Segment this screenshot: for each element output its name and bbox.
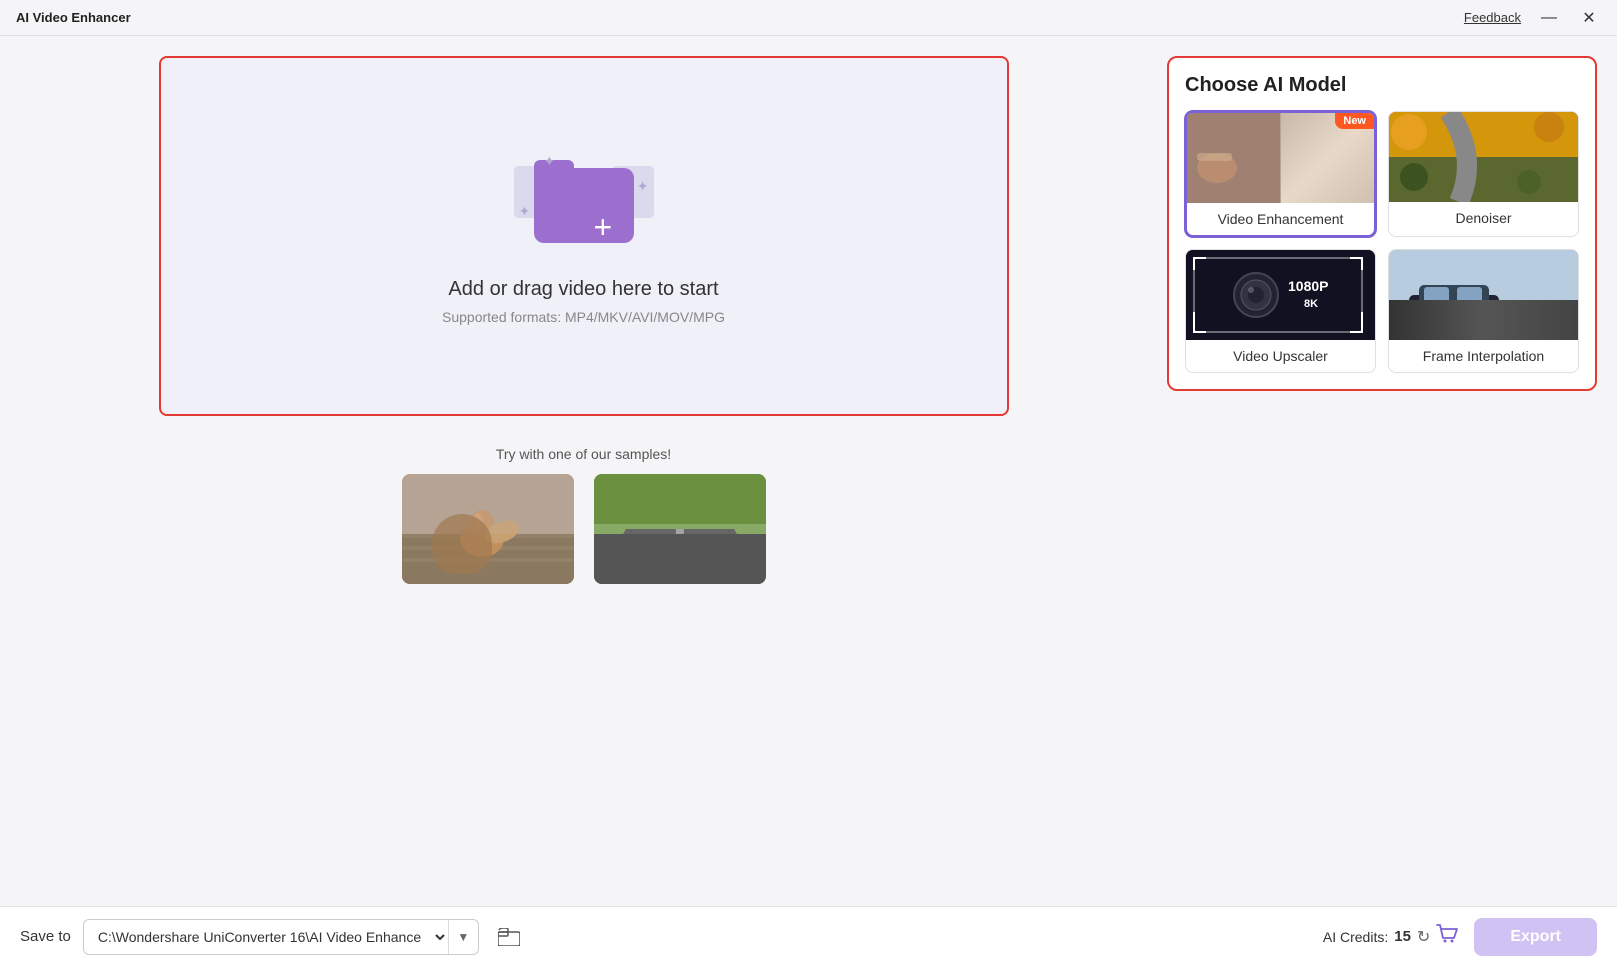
title-bar-right: Feedback — ✕ (1464, 6, 1601, 30)
path-select[interactable]: C:\Wondershare UniConverter 16\AI Video … (84, 928, 448, 946)
model-thumb-interpolation (1389, 250, 1578, 340)
close-button[interactable]: ✕ (1577, 6, 1601, 30)
save-to-label: Save to (20, 928, 71, 945)
credits-section: AI Credits: 15 ↻ (1323, 924, 1458, 950)
title-bar: AI Video Enhancer Feedback — ✕ (0, 0, 1617, 36)
refresh-button[interactable]: ↻ (1417, 927, 1430, 947)
path-select-wrapper[interactable]: C:\Wondershare UniConverter 16\AI Video … (83, 919, 479, 955)
samples-title: Try with one of our samples! (496, 446, 671, 462)
bottom-bar: Save to C:\Wondershare UniConverter 16\A… (0, 906, 1617, 966)
folder-browse-button[interactable] (491, 919, 527, 955)
sparkle-icon-3: ✦ (544, 153, 556, 170)
app-title: AI Video Enhancer (16, 10, 131, 25)
model-grid: New Video Enhancement (1185, 111, 1579, 373)
drop-zone[interactable]: + ✦ ✦ ✦ Add or drag video here to start … (159, 56, 1009, 416)
svg-text:8K: 8K (1304, 298, 1318, 310)
folder-main-icon: + (534, 168, 634, 243)
credits-label: AI Credits: (1323, 929, 1388, 945)
cart-button[interactable] (1436, 924, 1458, 950)
credits-value: 15 (1394, 928, 1411, 945)
samples-section: Try with one of our samples! (402, 446, 766, 584)
svg-text:1080P: 1080P (1288, 278, 1328, 294)
model-card-video-upscaler[interactable]: 1080P 8K Video Upscaler (1185, 249, 1376, 373)
model-thumb-denoiser (1389, 112, 1578, 202)
folder-icon-wrapper: + ✦ ✦ ✦ (514, 148, 654, 258)
new-badge: New (1335, 113, 1374, 129)
model-label-enhancement: Video Enhancement (1187, 203, 1374, 235)
title-bar-left: AI Video Enhancer (16, 10, 131, 25)
samples-row (402, 474, 766, 584)
model-label-denoiser: Denoiser (1389, 202, 1578, 234)
feedback-link[interactable]: Feedback (1464, 10, 1521, 25)
sample-squirrel-thumb[interactable] (402, 474, 574, 584)
ai-model-title: Choose AI Model (1185, 74, 1579, 97)
model-thumb-upscaler: 1080P 8K (1186, 250, 1375, 340)
bottom-right: AI Credits: 15 ↻ Export (1323, 918, 1597, 956)
ai-model-container: Choose AI Model (1167, 56, 1597, 391)
model-card-video-enhancement[interactable]: New Video Enhancement (1185, 111, 1376, 237)
minimize-button[interactable]: — (1537, 6, 1561, 30)
model-card-frame-interpolation[interactable]: Frame Interpolation (1388, 249, 1579, 373)
model-card-denoiser[interactable]: Denoiser (1388, 111, 1579, 237)
right-panel: Choose AI Model (1167, 56, 1597, 896)
sample-cars-thumb[interactable] (594, 474, 766, 584)
left-panel: + ✦ ✦ ✦ Add or drag video here to start … (20, 56, 1147, 896)
export-button[interactable]: Export (1474, 918, 1597, 956)
model-label-interpolation: Frame Interpolation (1389, 340, 1578, 372)
sparkle-icon-2: ✦ (637, 178, 649, 195)
drop-sub-text: Supported formats: MP4/MKV/AVI/MOV/MPG (442, 309, 725, 325)
path-dropdown-button[interactable]: ▼ (448, 919, 478, 955)
folder-plus-icon: + (594, 211, 613, 243)
model-thumb-enhancement: New (1187, 113, 1374, 203)
drop-main-text: Add or drag video here to start (448, 278, 718, 301)
sparkle-icon-1: ✦ (519, 203, 531, 220)
main-content: + ✦ ✦ ✦ Add or drag video here to start … (0, 36, 1617, 906)
model-label-upscaler: Video Upscaler (1186, 340, 1375, 372)
